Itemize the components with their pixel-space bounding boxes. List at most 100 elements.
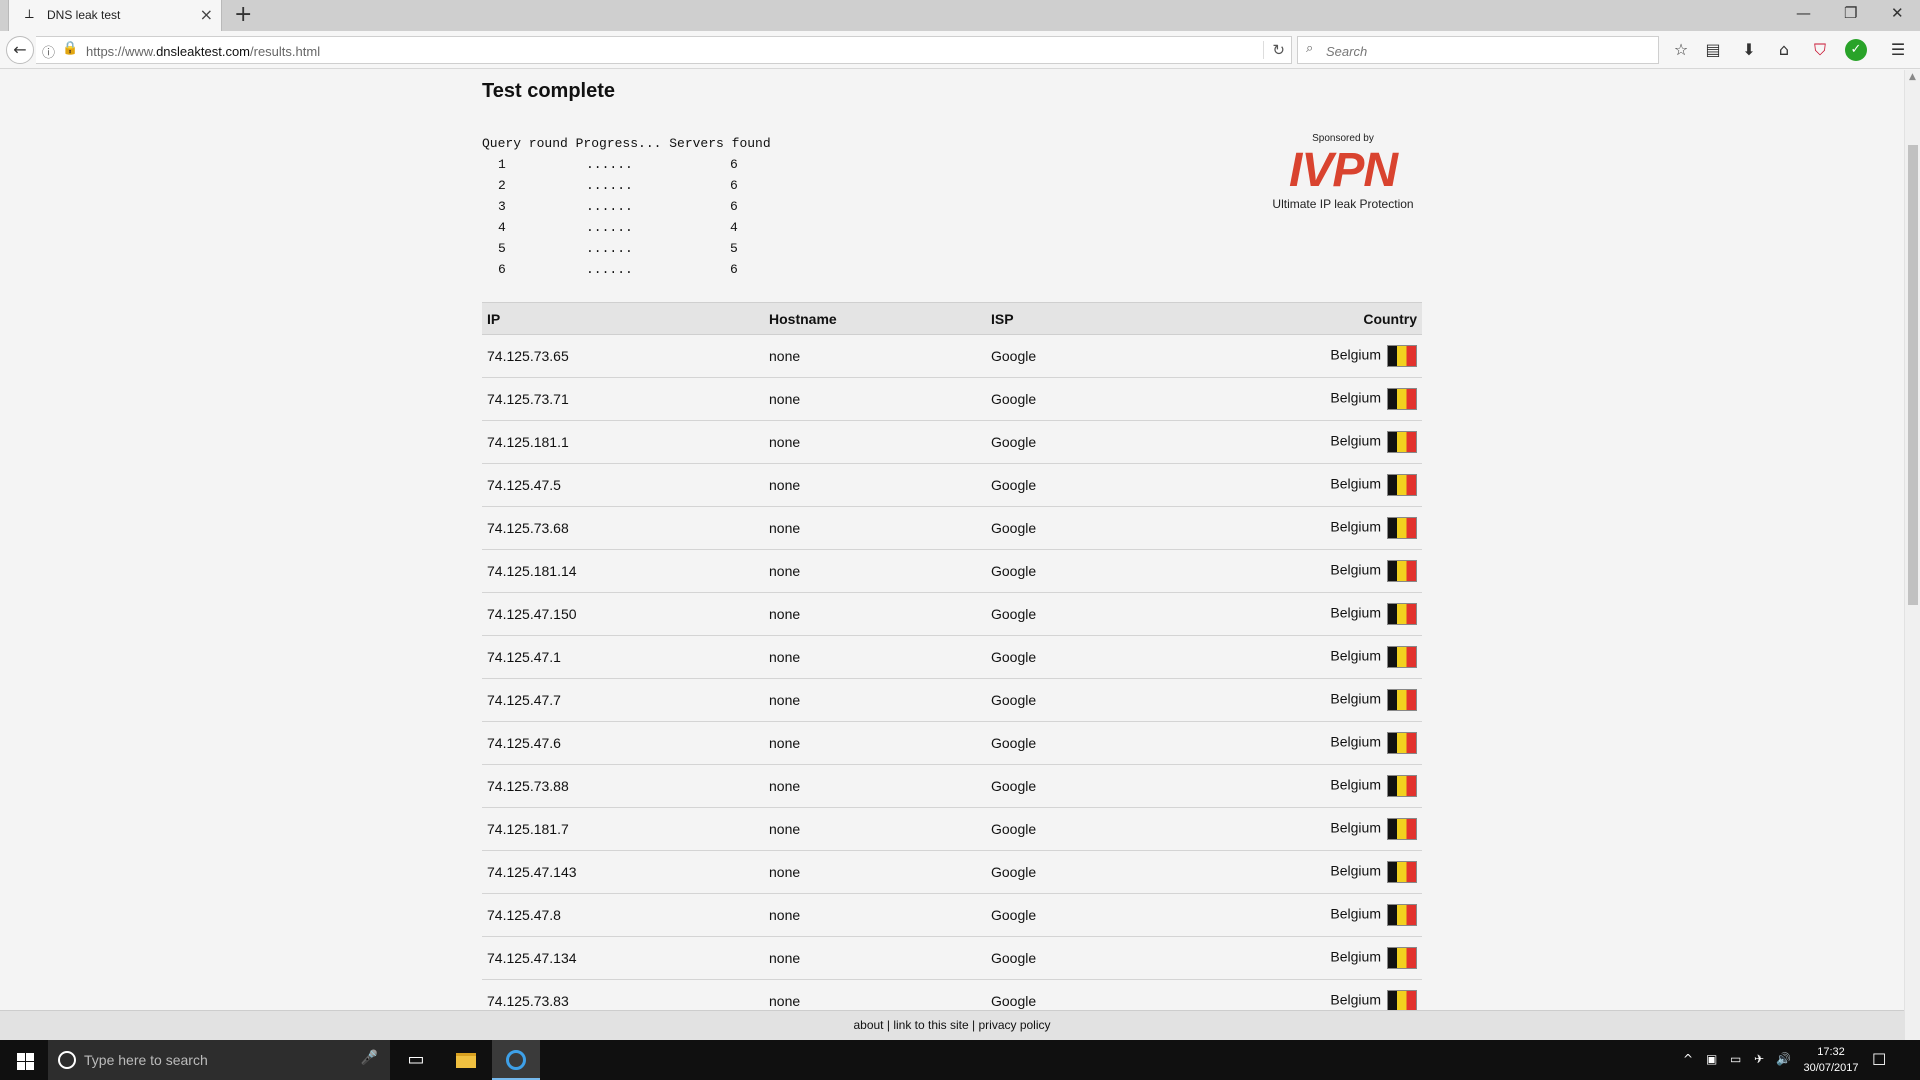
- servers-found: 5: [730, 241, 738, 256]
- download-icon[interactable]: ⬇: [1738, 39, 1760, 61]
- minimize-button[interactable]: —: [1796, 4, 1811, 22]
- belgium-flag-icon: [1387, 689, 1417, 711]
- country-name: Belgium: [1330, 647, 1381, 664]
- tab-dns-leak-test[interactable]: ⟂ DNS leak test ×: [8, 0, 222, 31]
- country-cell: Belgium: [1186, 936, 1422, 980]
- country-name: Belgium: [1330, 991, 1381, 1008]
- country-cell: Belgium: [1186, 678, 1422, 722]
- hostname-cell: none: [764, 764, 986, 808]
- column-header-country: Country: [1186, 302, 1422, 335]
- link-to-site-link[interactable]: link to this site: [893, 1018, 968, 1032]
- microphone-icon[interactable]: 🎤: [361, 1050, 378, 1066]
- navigation-bar: ← ⓘ 🔒 https://www.dnsleaktest.com/result…: [0, 31, 1920, 69]
- country-cell: Belgium: [1186, 721, 1422, 765]
- country-cell: Belgium: [1186, 377, 1422, 421]
- url-text[interactable]: https://www.dnsleaktest.com/results.html: [86, 44, 320, 59]
- footer-separator: |: [883, 1018, 894, 1032]
- hostname-cell: none: [764, 635, 986, 679]
- sponsor-banner[interactable]: Sponsored by IVPN Ultimate IP leak Prote…: [1267, 133, 1419, 211]
- search-input[interactable]: ⌕ Search: [1297, 36, 1659, 64]
- notifications-icon[interactable]: ☐: [1872, 1050, 1886, 1069]
- belgium-flag-icon: [1387, 646, 1417, 668]
- hostname-cell: none: [764, 463, 986, 507]
- belgium-flag-icon: [1387, 732, 1417, 754]
- check-extension-icon[interactable]: ✓: [1845, 39, 1867, 61]
- table-row: 74.125.181.1 none Google Belgium: [482, 420, 1422, 464]
- ip-cell: 74.125.47.7: [482, 678, 764, 722]
- country-cell: Belgium: [1186, 549, 1422, 593]
- country-name: Belgium: [1330, 862, 1381, 879]
- windows-start-icon[interactable]: [0, 1040, 48, 1080]
- table-row: 74.125.47.134 none Google Belgium: [482, 936, 1422, 980]
- query-round: 4: [498, 220, 506, 235]
- progress-dots: ......: [586, 262, 633, 277]
- country-name: Belgium: [1330, 604, 1381, 621]
- isp-cell: Google: [986, 506, 1186, 550]
- hostname-cell: none: [764, 721, 986, 765]
- query-round: 6: [498, 262, 506, 277]
- hostname-cell: none: [764, 936, 986, 980]
- cortana-icon: [58, 1051, 76, 1069]
- privacy-policy-link[interactable]: privacy policy: [978, 1018, 1050, 1032]
- airplane-mode-icon[interactable]: ✈: [1754, 1052, 1764, 1066]
- country-cell: Belgium: [1186, 463, 1422, 507]
- url-bar[interactable]: ⓘ 🔒 https://www.dnsleaktest.com/results.…: [36, 36, 1292, 64]
- home-icon[interactable]: ⌂: [1773, 39, 1795, 61]
- isp-cell: Google: [986, 807, 1186, 851]
- restore-button[interactable]: ❐: [1844, 4, 1857, 22]
- ip-cell: 74.125.181.14: [482, 549, 764, 593]
- page-scrollbar[interactable]: ▲: [1904, 70, 1920, 1040]
- belgium-flag-icon: [1387, 517, 1417, 539]
- isp-cell: Google: [986, 549, 1186, 593]
- country-name: Belgium: [1330, 561, 1381, 578]
- system-clock[interactable]: 17:32 30/07/2017: [1796, 1044, 1866, 1076]
- reload-icon[interactable]: ↻: [1263, 41, 1285, 59]
- isp-cell: Google: [986, 979, 1186, 1010]
- volume-icon[interactable]: 🔊: [1776, 1052, 1791, 1066]
- battery-icon[interactable]: ▭: [1730, 1052, 1741, 1066]
- hamburger-menu-icon[interactable]: ☰: [1887, 39, 1909, 61]
- servers-found: 6: [730, 178, 738, 193]
- scrollbar-thumb[interactable]: [1908, 145, 1918, 605]
- file-explorer-icon[interactable]: [442, 1040, 490, 1080]
- hostname-cell: none: [764, 592, 986, 636]
- task-view-icon[interactable]: ▭: [392, 1040, 440, 1080]
- hostname-cell: none: [764, 850, 986, 894]
- country-name: Belgium: [1330, 690, 1381, 707]
- hostname-cell: none: [764, 334, 986, 378]
- library-icon[interactable]: ▤: [1702, 39, 1724, 61]
- new-tab-button[interactable]: +: [234, 2, 252, 27]
- folder-icon: [456, 1052, 476, 1068]
- column-header-isp: ISP: [986, 302, 1186, 335]
- lock-icon[interactable]: 🔒: [62, 41, 78, 56]
- tab-bar: ⟂ DNS leak test × + — ❐ ✕: [0, 0, 1920, 31]
- progress-dots: ......: [586, 178, 633, 193]
- isp-cell: Google: [986, 936, 1186, 980]
- ip-cell: 74.125.73.71: [482, 377, 764, 421]
- hostname-cell: none: [764, 506, 986, 550]
- shield-icon[interactable]: ⛉: [1809, 39, 1831, 61]
- ip-cell: 74.125.47.134: [482, 936, 764, 980]
- sponsor-tagline: Ultimate IP leak Protection: [1272, 197, 1414, 211]
- tray-overflow-icon[interactable]: ^: [1683, 1052, 1693, 1066]
- about-link[interactable]: about: [853, 1018, 883, 1032]
- ip-cell: 74.125.47.1: [482, 635, 764, 679]
- back-arrow-icon[interactable]: ←: [6, 36, 34, 64]
- bookmark-star-icon[interactable]: ☆: [1670, 39, 1692, 61]
- info-icon[interactable]: ⓘ: [42, 42, 55, 61]
- clock-date: 30/07/2017: [1803, 1062, 1859, 1074]
- network-icon[interactable]: ▣: [1706, 1052, 1717, 1066]
- scroll-up-arrow-icon[interactable]: ▲: [1909, 72, 1916, 82]
- tab-title: DNS leak test: [47, 8, 121, 22]
- firefox-taskbar-icon[interactable]: [492, 1040, 540, 1080]
- ivpn-logo[interactable]: IVPN: [1267, 146, 1419, 196]
- country-cell: Belgium: [1186, 635, 1422, 679]
- servers-found: 6: [730, 157, 738, 172]
- isp-cell: Google: [986, 721, 1186, 765]
- query-round: 2: [498, 178, 506, 193]
- close-window-button[interactable]: ✕: [1891, 4, 1904, 22]
- country-name: Belgium: [1330, 733, 1381, 750]
- progress-dots: ......: [586, 199, 633, 214]
- taskbar-search-input[interactable]: Type here to search 🎤: [48, 1040, 390, 1080]
- tab-close-icon[interactable]: ×: [200, 5, 213, 24]
